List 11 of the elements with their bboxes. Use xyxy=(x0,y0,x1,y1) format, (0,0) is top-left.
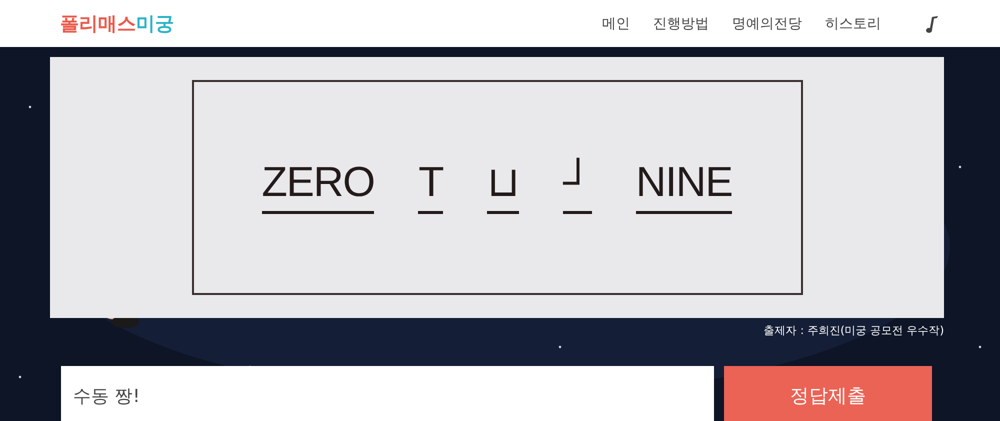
nav-link[interactable]: 진행방법 xyxy=(653,14,709,32)
author-credit: 출제자 : 주희진(미궁 공모전 우수작) xyxy=(764,323,944,338)
music-note-icon[interactable] xyxy=(926,14,940,34)
nav-link[interactable]: 명예의전당 xyxy=(732,14,802,32)
nav-link[interactable]: 메인 xyxy=(602,14,630,32)
answer-field[interactable]: 수동 짱! xyxy=(61,366,714,421)
puzzle-word: NINE xyxy=(636,161,732,214)
puzzle-word: ⊔ xyxy=(487,161,520,214)
puzzle-word: T xyxy=(418,161,444,214)
nav-link[interactable]: 히스토리 xyxy=(825,14,881,32)
puzzle-word: ZERO xyxy=(262,161,374,214)
